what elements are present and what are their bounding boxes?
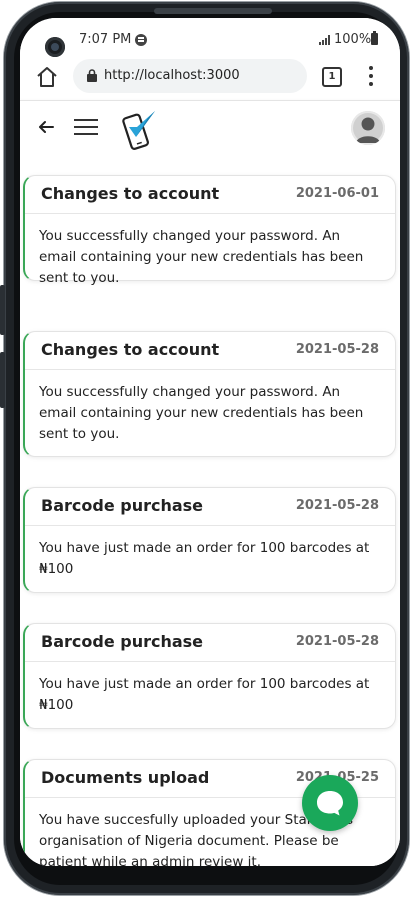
notification-date: 2021-05-28 <box>295 498 379 513</box>
notification-header: Changes to account 2021-06-01 <box>25 176 395 214</box>
battery-level: 100% <box>334 32 372 47</box>
chat-bubble-icon <box>317 791 343 816</box>
notification-title: Documents upload <box>41 768 210 787</box>
lock-icon <box>87 69 97 82</box>
notification-card[interactable]: Changes to account 2021-06-01 You succes… <box>23 175 396 286</box>
notification-date: 2021-05-28 <box>295 342 379 357</box>
more-vert-icon[interactable] <box>368 66 374 86</box>
address-bar[interactable]: http://localhost:3000 <box>73 59 307 93</box>
volume-down-button <box>0 352 5 408</box>
hamburger-menu-icon[interactable] <box>74 117 98 137</box>
notification-header: Barcode purchase 2021-05-28 <box>25 488 395 526</box>
phone-speaker <box>154 8 272 14</box>
notification-message: You successfully changed your password. … <box>39 384 364 442</box>
notification-message: You have just made an order for 100 barc… <box>39 540 370 577</box>
signal-icon <box>319 35 331 45</box>
phone-check-logo[interactable] <box>118 107 158 151</box>
notification-date: 2021-05-28 <box>295 634 379 649</box>
notification-card[interactable]: Barcode purchase 2021-05-28 You have jus… <box>23 623 396 729</box>
home-icon[interactable] <box>34 64 60 90</box>
notification-message: You have just made an order for 100 barc… <box>39 676 370 713</box>
front-camera <box>45 37 65 57</box>
back-arrow-icon[interactable] <box>38 119 54 135</box>
notification-card[interactable]: Changes to account 2021-05-28 You succes… <box>23 331 396 457</box>
app-header <box>20 100 400 155</box>
notification-title: Changes to account <box>41 184 220 203</box>
spotify-icon <box>135 34 147 46</box>
notification-date: 2021-06-01 <box>295 186 379 201</box>
notifications-list: Changes to account 2021-06-01 You succes… <box>20 155 400 866</box>
browser-toolbar: http://localhost:3000 1 <box>20 58 400 100</box>
status-time: 7:07 PM <box>79 32 132 47</box>
notification-message: You successfully changed your password. … <box>39 228 364 286</box>
notification-header: Barcode purchase 2021-05-28 <box>25 624 395 662</box>
notification-card[interactable]: Barcode purchase 2021-05-28 You have jus… <box>23 487 396 593</box>
device-screen: 7:07 PM 100% http://localhost:3000 1 Cha… <box>20 18 400 866</box>
chat-button[interactable] <box>302 775 358 831</box>
notification-title: Barcode purchase <box>41 496 204 515</box>
notification-title: Barcode purchase <box>41 632 204 651</box>
status-bar: 7:07 PM 100% <box>20 18 400 58</box>
notification-title: Changes to account <box>41 340 220 359</box>
url-text: http://localhost:3000 <box>104 68 240 83</box>
notification-header: Changes to account 2021-05-28 <box>25 332 395 370</box>
user-avatar-icon[interactable] <box>351 111 385 145</box>
volume-up-button <box>0 285 5 335</box>
tabs-icon[interactable]: 1 <box>322 67 342 87</box>
battery-icon <box>371 31 378 45</box>
